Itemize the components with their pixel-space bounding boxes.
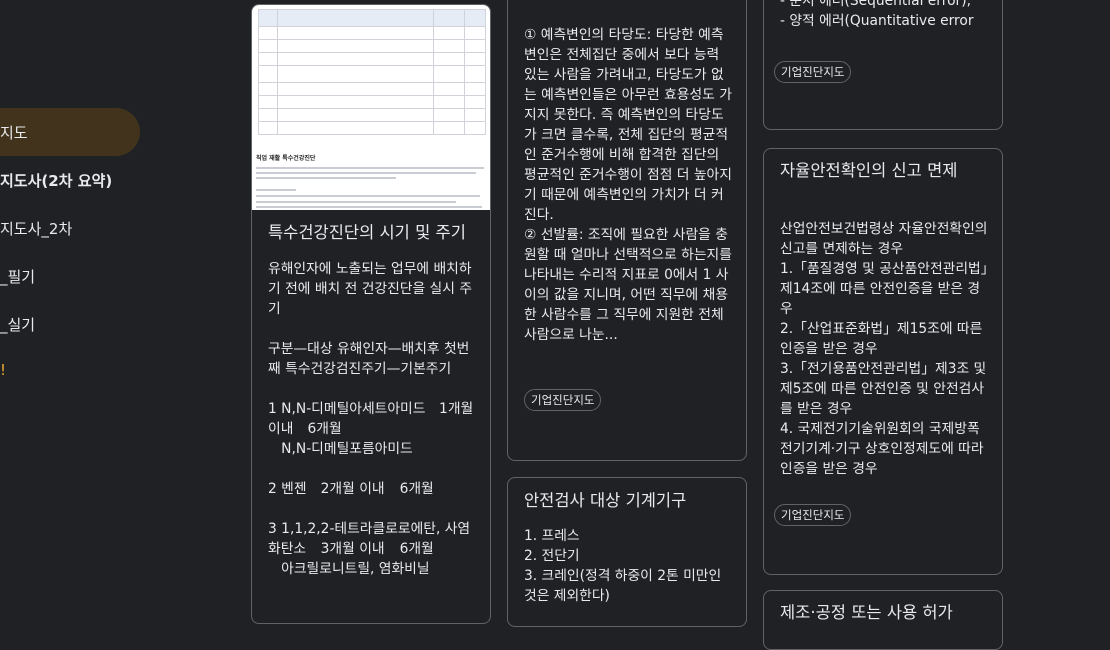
note-card-self-safety[interactable]: 자율안전확인의 신고 면제 산업안전보건법령상 자율안전확인의 신고를 면제하는… [763, 148, 1003, 575]
image-text-line [256, 195, 480, 197]
image-text-line [256, 201, 456, 203]
sidebar-item-text: 지도사_2차 [0, 219, 73, 238]
note-card-partial[interactable]: 제조·공정 또는 사용 허가 [763, 590, 1003, 650]
sidebar-item-label-2[interactable]: 지도사(2차 요약) [0, 156, 140, 204]
image-text-line [256, 167, 484, 169]
note-card-errors[interactable]: - 순서 에러(Sequential error), - 양적 에러(Quant… [763, 0, 1003, 130]
sidebar-item-label-4[interactable]: _필기 [0, 252, 140, 300]
sidebar: 지도 지도사(2차 요약) 지도사_2차 _필기 _실기 ! [0, 0, 240, 611]
image-text-line [256, 177, 396, 179]
sidebar-item-label-3[interactable]: 지도사_2차 [0, 204, 140, 252]
label-chip[interactable]: 기업진단지도 [774, 504, 852, 526]
card-title: 제조·공정 또는 사용 허가 [780, 603, 953, 622]
image-text-line [256, 206, 482, 208]
image-doc-title: 직업 재활 특수건강진단 [256, 155, 316, 162]
label-chip[interactable]: 기업진단지도 [774, 61, 852, 83]
card-body: 1. 프레스 2. 전단기 3. 크레인(정격 하중이 2톤 미만인 것은 제외… [524, 528, 722, 604]
card-body: - 순서 에러(Sequential error), - 양적 에러(Quant… [780, 0, 974, 29]
sidebar-item-text: _필기 [0, 267, 36, 286]
sidebar-item-text: 지도 [0, 123, 28, 142]
image-text-line [256, 172, 476, 174]
sidebar-item-label-5[interactable]: _실기 [0, 300, 140, 348]
label-chip[interactable]: 기업진단지도 [524, 389, 602, 411]
sidebar-item-text: ! [0, 361, 7, 379]
card-body: 유해인자에 노출되는 업무에 배치하기 전에 배치 전 건강진단을 실시 주기 … [268, 261, 474, 577]
image-text-line [256, 189, 296, 191]
sidebar-item-text: _실기 [0, 315, 36, 334]
card-title: 안전검사 대상 기계기구 [524, 491, 687, 510]
sidebar-item-label-1[interactable]: 지도 [0, 108, 140, 156]
note-image: 직업 재활 특수건강진단 [252, 5, 490, 210]
note-card-health-exam[interactable]: 직업 재활 특수건강진단 특수건강진단의 시기 및 주기 유해인자에 노출되는 … [251, 4, 491, 624]
card-title: 특수건강진단의 시기 및 주기 [268, 223, 466, 242]
card-title: 자율안전확인의 신고 면제 [780, 161, 958, 180]
card-body: ① 예측변인의 타당도: 타당한 예측변인은 전체집단 중에서 보다 능력 있는… [524, 27, 732, 343]
note-card-inspection[interactable]: 안전검사 대상 기계기구 1. 프레스 2. 전단기 3. 크레인(정격 하중이… [507, 477, 747, 627]
note-card-predictor[interactable]: ① 예측변인의 타당도: 타당한 예측변인은 전체집단 중에서 보다 능력 있는… [507, 0, 747, 461]
sidebar-item-label-6[interactable]: ! [0, 346, 140, 394]
sidebar-item-text: 지도사(2차 요약) [0, 171, 113, 190]
image-table [258, 9, 486, 135]
card-body: 산업안전보건법령상 자율안전확인의 신고를 면제하는 경우 1.「품질경영 및 … [780, 221, 988, 477]
